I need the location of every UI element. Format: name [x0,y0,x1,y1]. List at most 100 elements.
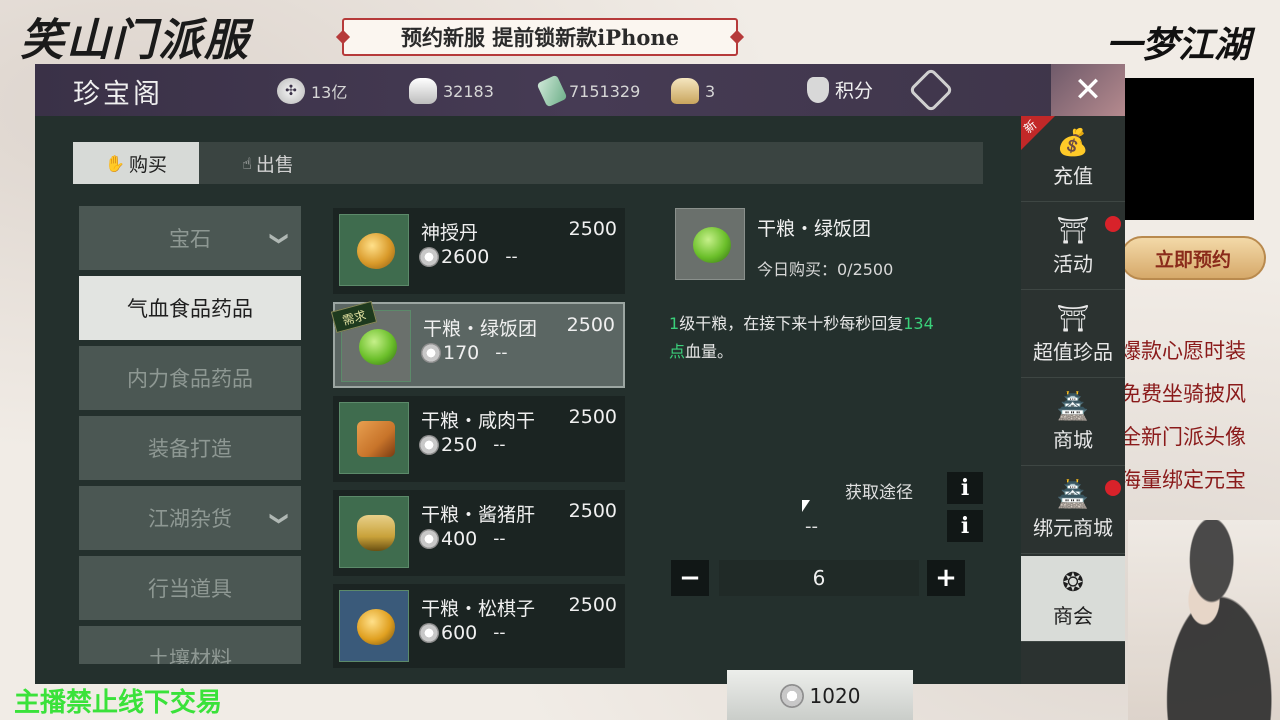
nav-guild-market[interactable]: ❂ 商会 [1021,556,1125,642]
nav-recharge[interactable]: 新 💰 充值 [1021,116,1125,202]
hand-icon: ✋ [105,153,125,173]
promo-line: 海量绑定元宝 [1120,468,1246,492]
item-name: 神授丹 [421,222,479,244]
item-stock: 2500 [566,314,615,336]
item-stock: 2500 [568,500,617,522]
item-name: 干粮・咸肉干 [421,410,536,432]
category-list: 宝石 ❯ 气血食品药品 内力食品药品 装备打造 江湖杂货 ❯ 行当道具 土壤材料 [79,206,301,664]
category-item[interactable]: 土壤材料 [79,626,301,664]
tab-buy[interactable]: ✋ 购买 [73,142,199,184]
tab-sell[interactable]: ☝ 出售 [213,142,323,184]
tab-label: 出售 [255,153,294,176]
item-price: 400 -- [419,528,506,550]
shop-window: 珍宝阁 ✣ 13亿 32183 7151329 3 积分 ✕ ✋ 购买 ☝ 出售… [35,64,1125,720]
shop-icon: 🏯 [1056,392,1090,422]
item-thumbnail [339,590,409,662]
item-row[interactable]: 干粮・酱猪肝 2500 400 -- [333,490,625,576]
item-row[interactable]: 干粮・松棋子 2500 600 -- [333,584,625,668]
jade-icon [536,74,568,108]
money-bag-icon: 💰 [1056,128,1090,158]
promo-line: 免费坐骑披风 [1120,382,1246,406]
nav-mall[interactable]: 🏯 商城 [1021,380,1125,466]
source-info-button[interactable]: i [947,472,983,504]
notification-dot [1105,480,1121,496]
currency-ingot: 3 [671,78,715,104]
chevron-down-icon: ❯ [268,230,290,246]
item-price: 250 -- [419,434,506,456]
currency-silver: 32183 [409,78,494,104]
nav-label: 活动 [1053,252,1093,276]
streamer-notice: 主播禁止线下交易 [14,688,223,718]
side-nav: 新 💰 充值 ⛩ 活动 ⛩ 超值珍品 🏯 商城 🏯 绑元商城 ❂ 商会 [1021,116,1125,684]
currency-jade: 7151329 [536,74,641,108]
detail-name: 干粮・绿饭团 [757,218,872,240]
category-item[interactable]: 装备打造 [79,416,301,480]
purchase-price: 1020 [809,684,861,708]
ingot-icon [671,78,699,104]
currency-coin: ✣ 13亿 [277,78,347,104]
item-name: 干粮・松棋子 [421,598,536,620]
category-label: 气血食品药品 [127,297,253,321]
nav-bound-mall[interactable]: 🏯 绑元商城 [1021,468,1125,554]
game-logo: 一梦江湖 [1105,24,1250,66]
reserve-button[interactable]: 立即预约 [1120,236,1266,280]
item-stock: 2500 [568,218,617,240]
promo-line: 全新门派头像 [1120,425,1246,449]
item-description: 1级干粮，在接下来十秒每秒回复134 点血量。 [669,314,934,361]
jerky-icon [357,421,395,457]
item-stock: 2500 [568,406,617,428]
currency-value: 7151329 [569,81,641,101]
item-price: 600 -- [419,622,506,644]
increase-button[interactable]: + [927,560,965,596]
rice-ball-icon [693,227,731,263]
category-item[interactable]: 江湖杂货 ❯ [79,486,301,550]
category-item[interactable]: 行当道具 [79,556,301,620]
nav-label: 商会 [1053,604,1093,628]
nav-label: 商城 [1053,428,1093,452]
nav-events[interactable]: ⛩ 活动 [1021,204,1125,290]
decrease-button[interactable]: − [671,560,709,596]
coin-icon [419,435,439,455]
score-label: 积分 [835,80,874,102]
mouse-cursor [802,500,810,512]
promo-list: 爆款心愿时装 免费坐骑披风 全新门派头像 海量绑定元宝 [1120,330,1280,502]
coin-icon [421,343,441,363]
settings-icon[interactable] [908,67,954,113]
item-thumbnail [339,402,409,474]
category-item[interactable]: 气血食品药品 [79,276,301,340]
currency-value: 13亿 [311,83,348,102]
shop-content: ✋ 购买 ☝ 出售 宝石 ❯ 气血食品药品 内力食品药品 装备打造 江湖杂货 ❯… [35,116,1021,720]
pavilion-icon: ⛩ [1056,216,1090,246]
item-price: 170 -- [421,342,508,364]
tab-label: 购买 [128,153,167,176]
nav-label: 超值珍品 [1033,340,1113,364]
category-item[interactable]: 内力食品药品 [79,346,301,410]
pine-nut-icon [357,609,395,645]
shield-icon [807,76,829,103]
item-thumbnail [339,214,409,286]
daily-limit: 今日购买：0/2500 [757,260,894,279]
category-item[interactable]: 宝石 ❯ [79,206,301,270]
promo-line: 爆款心愿时装 [1120,339,1246,363]
price-info-button[interactable]: i [947,510,983,542]
item-price: 2600 -- [419,246,518,268]
score-button[interactable]: 积分 [807,76,873,103]
close-button[interactable]: ✕ [1051,64,1125,116]
source-label: 获取途径 [845,483,913,503]
item-row[interactable]: 干粮・咸肉干 2500 250 -- [333,396,625,482]
category-label: 江湖杂货 [148,507,232,531]
purchase-button[interactable]: 1020 [727,670,913,720]
coin-icon [419,623,439,643]
webcam-area [1125,78,1254,220]
nav-treasures[interactable]: ⛩ 超值珍品 [1021,292,1125,378]
item-row[interactable]: 神授丹 2500 2600 -- [333,208,625,294]
quantity-value[interactable]: 6 [719,560,919,596]
quantity-stepper: − 6 + [671,558,967,598]
rice-ball-icon [359,329,397,365]
sell-icon: ☝ [242,153,252,173]
category-label: 土壤材料 [148,647,232,664]
promo-banner: 预约新服 提前锁新款iPhone [342,18,738,56]
server-logo: 笑山门派服 [20,15,250,66]
item-row[interactable]: 需求 干粮・绿饭团 2500 170 -- [331,300,625,388]
detail-thumbnail [675,208,745,280]
